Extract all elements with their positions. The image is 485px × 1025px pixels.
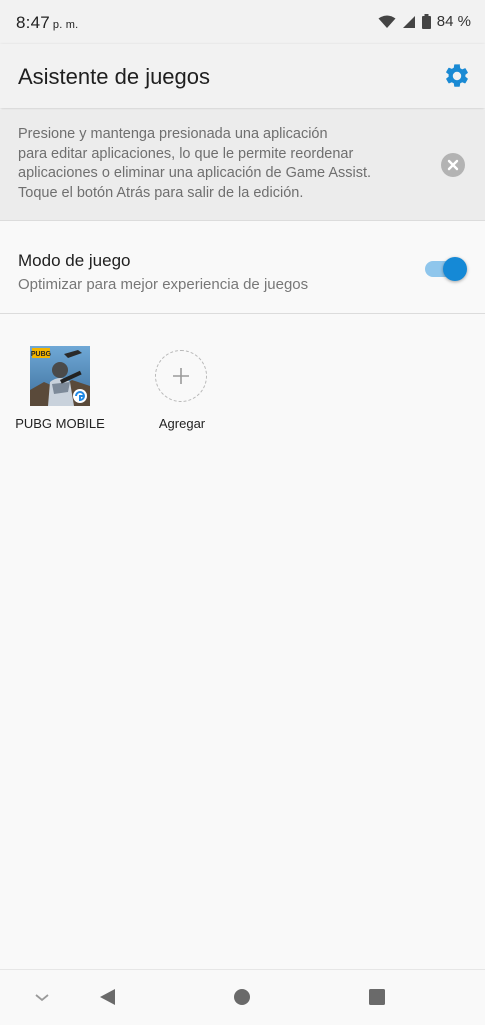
game-mode-toggle[interactable] [425,257,467,281]
battery-icon [421,14,431,29]
edit-instructions-banner: Presione y mantenga presionada una aplic… [0,110,485,221]
app-bar: Asistente de juegos [0,44,485,108]
status-icons: 84 % [378,13,471,30]
edit-instructions-text: Presione y mantenga presionada una aplic… [18,125,428,203]
home-icon [234,989,250,1005]
nav-back-button[interactable] [96,985,120,1009]
nav-recents-button[interactable] [365,985,389,1009]
svg-text:PUBG: PUBG [31,351,52,358]
add-icon [155,350,207,402]
app-label: PUBG MOBILE [15,416,105,431]
status-time-value: 8:47 [16,13,50,32]
edit-instructions-line: Presione y mantenga presionada una aplic… [18,126,328,142]
signal-icon [402,15,415,28]
game-mode-subtitle: Optimizar para mejor experiencia de jueg… [18,276,309,293]
nav-hide-button[interactable] [30,985,54,1009]
status-time: 8:47 p. m. [16,13,78,33]
recents-icon [369,989,385,1005]
close-icon [447,159,459,171]
system-nav-bar [0,969,485,1025]
settings-button[interactable] [443,62,471,90]
pubg-mobile-app-icon: PUBG [30,346,90,406]
wifi-icon [378,15,396,28]
status-bar: 8:47 p. m. 84 % [0,0,485,44]
status-time-ampm: p. m. [52,19,79,31]
add-game-button[interactable]: Agregar [132,344,232,444]
app-label: Agregar [158,416,206,431]
edit-instructions-line: aplicaciones o eliminar una aplicación d… [18,165,372,181]
toggle-thumb [443,257,467,281]
edit-instructions-line: para editar aplicaciones, lo que le perm… [18,145,354,162]
gear-icon [446,64,468,87]
game-mode-setting[interactable]: Modo de juego Optimizar para mejor exper… [0,221,485,314]
battery-percent: 84 % [436,13,471,30]
games-grid: PUBG PUBG MOBILE Agregar [0,314,485,969]
app-tile-pubg-mobile[interactable]: PUBG PUBG MOBILE [10,344,110,444]
back-icon [100,989,115,1005]
game-mode-title: Modo de juego [18,251,131,270]
chevron-down-icon [35,994,49,1002]
edit-instructions-line: Toque el botón Atrás para salir de la ed… [18,184,304,201]
dismiss-banner-button[interactable] [441,153,465,177]
nav-home-button[interactable] [230,985,254,1009]
page-title: Asistente de juegos [18,64,211,89]
